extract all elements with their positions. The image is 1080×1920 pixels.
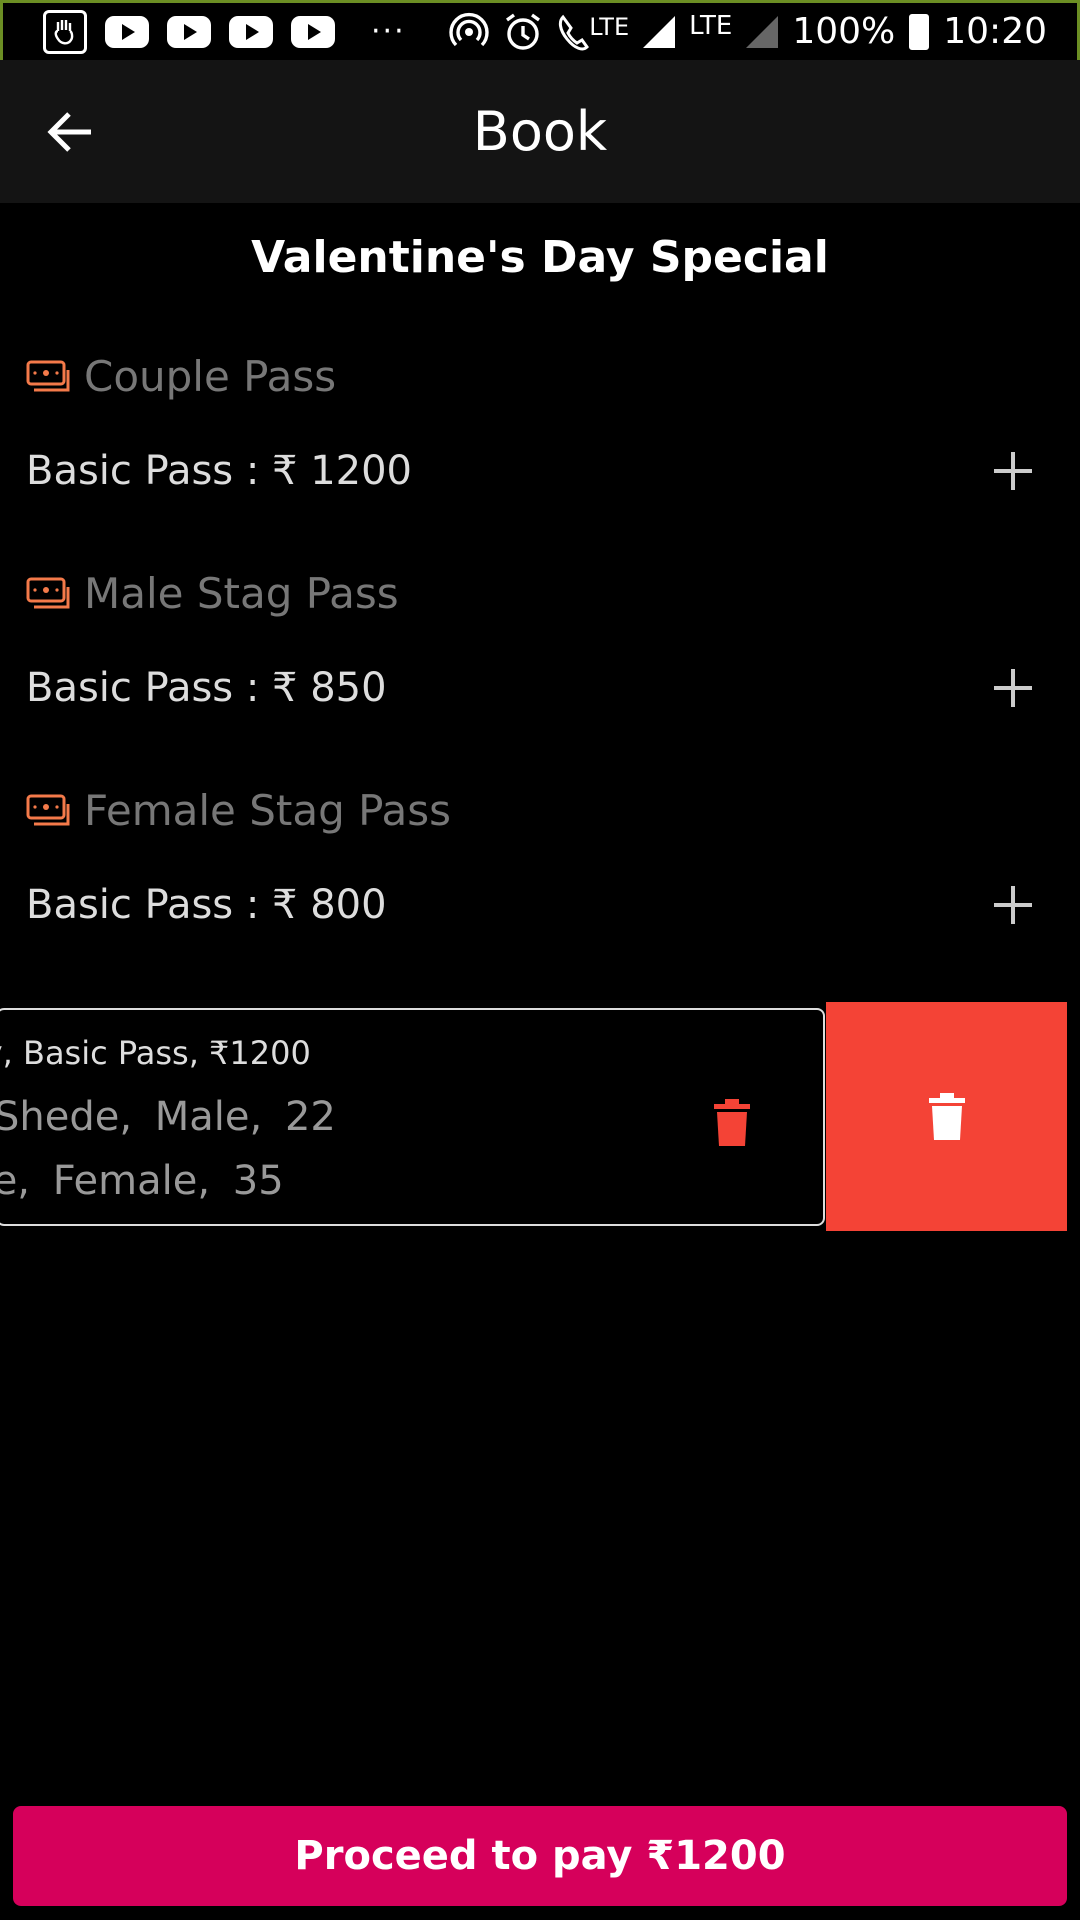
youtube-icon bbox=[229, 15, 273, 48]
pass-name: Couple Pass bbox=[84, 352, 337, 401]
arrow-left-icon bbox=[47, 112, 91, 152]
youtube-icon bbox=[291, 15, 335, 48]
youtube-icon bbox=[105, 15, 149, 48]
event-title: Valentine's Day Special bbox=[251, 232, 829, 283]
pass-header-female-stag: Female Stag Pass bbox=[26, 786, 451, 835]
pass-header-male-stag: Male Stag Pass bbox=[26, 569, 399, 618]
trash-icon[interactable] bbox=[712, 1098, 752, 1148]
pass-row-female-stag: Basic Pass : ₹ 800 bbox=[26, 870, 1046, 940]
alarm-icon bbox=[506, 13, 541, 50]
signal-weak-icon bbox=[746, 15, 779, 48]
proceed-to-pay-button[interactable]: Proceed to pay ₹1200 bbox=[13, 1806, 1067, 1906]
signal-icon bbox=[643, 15, 676, 48]
attendee-row: arke, Female, 35 bbox=[0, 1158, 284, 1204]
pass-row-couple: Basic Pass : ₹ 1200 bbox=[26, 436, 1046, 506]
back-button[interactable] bbox=[40, 102, 100, 162]
more-notifications-icon: ··· bbox=[371, 14, 406, 49]
hotspot-icon bbox=[449, 12, 489, 46]
swipe-delete-button[interactable] bbox=[826, 1002, 1067, 1231]
booking-item-card[interactable]: try, Basic Pass, ₹1200 Shede, Male, 22 a… bbox=[0, 1008, 825, 1226]
attendee-row: Shede, Male, 22 bbox=[0, 1094, 336, 1140]
pass-price: Basic Pass : ₹ 800 bbox=[26, 882, 387, 928]
ticket-icon bbox=[26, 794, 70, 825]
battery-percent: 100% bbox=[792, 11, 896, 52]
battery-charging-icon bbox=[909, 13, 930, 50]
app-bar: Book bbox=[0, 60, 1080, 203]
hand-icon bbox=[43, 9, 87, 54]
pass-name: Male Stag Pass bbox=[84, 569, 399, 618]
page-title: Book bbox=[472, 100, 608, 163]
add-couple-pass-button[interactable] bbox=[986, 441, 1046, 501]
pass-price: Basic Pass : ₹ 1200 bbox=[26, 448, 412, 494]
volte-call-icon: LTE bbox=[557, 13, 629, 51]
add-female-stag-pass-button[interactable] bbox=[986, 875, 1046, 935]
trash-icon bbox=[928, 1092, 965, 1140]
pass-price: Basic Pass : ₹ 850 bbox=[26, 665, 387, 711]
pass-header-couple: Couple Pass bbox=[26, 352, 336, 401]
ticket-icon bbox=[26, 577, 70, 608]
network-type-label: LTE bbox=[689, 11, 733, 41]
pass-row-male-stag: Basic Pass : ₹ 850 bbox=[26, 653, 1046, 723]
booking-summary: try, Basic Pass, ₹1200 bbox=[0, 1034, 311, 1072]
add-male-stag-pass-button[interactable] bbox=[986, 658, 1046, 718]
clock: 10:20 bbox=[943, 11, 1047, 52]
ticket-icon bbox=[26, 360, 70, 391]
status-bar: ··· LTE LTE 100% 10:20 bbox=[0, 0, 1080, 60]
youtube-icon bbox=[167, 15, 211, 48]
pass-name: Female Stag Pass bbox=[84, 786, 452, 835]
